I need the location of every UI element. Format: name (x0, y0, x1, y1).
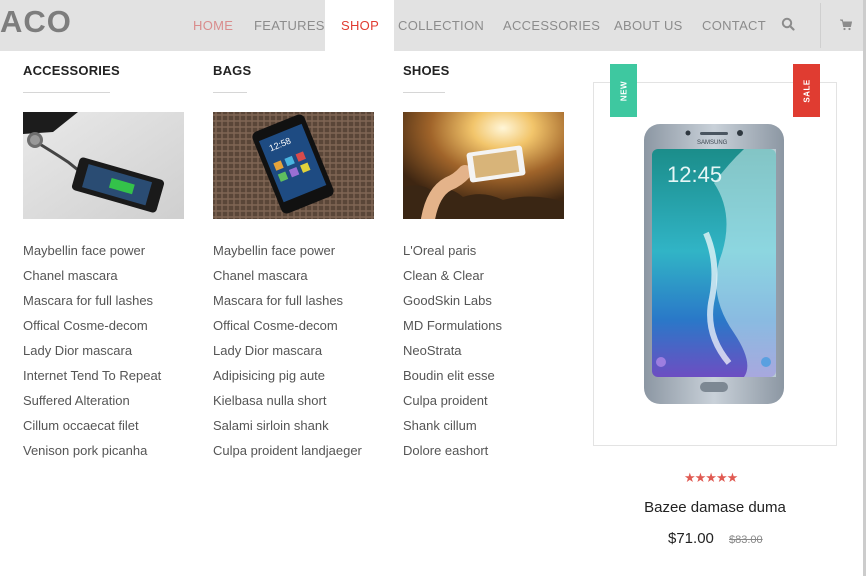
menu-link[interactable]: Maybellin face power (23, 243, 161, 268)
new-badge: NEW (610, 64, 637, 117)
nav-shop[interactable]: SHOP (341, 18, 379, 33)
menu-link[interactable]: Offical Cosme-decom (23, 318, 161, 343)
menu-link[interactable]: Mascara for full lashes (23, 293, 161, 318)
menu-link[interactable]: Offical Cosme-decom (213, 318, 362, 343)
nav-divider (820, 3, 821, 48)
product-price: $71.00 (668, 530, 714, 547)
phone-charging-photo[interactable] (23, 112, 184, 219)
search-icon[interactable] (781, 17, 795, 31)
column-title[interactable]: SHOES (403, 63, 450, 78)
menu-link[interactable]: Boudin elit esse (403, 368, 502, 393)
menu-link[interactable]: Culpa proident landjaeger (213, 443, 362, 468)
menu-link[interactable]: Maybellin face power (213, 243, 362, 268)
column-link-list: Maybellin face power Chanel mascara Masc… (213, 243, 362, 468)
nav-home[interactable]: HOME (193, 18, 233, 33)
sale-badge-label: SALE (802, 78, 811, 103)
menu-link[interactable]: Adipisicing pig aute (213, 368, 362, 393)
phone-in-sunset-photo[interactable] (403, 112, 564, 219)
smartphone-on-mat-photo[interactable]: 12:58 (213, 112, 374, 219)
product-old-price: $83.00 (729, 534, 763, 546)
menu-link[interactable]: Chanel mascara (23, 268, 161, 293)
nav-accessories[interactable]: ACCESSORIES (503, 18, 600, 33)
product-name[interactable]: Bazee damase duma (593, 499, 837, 516)
phone-brand-text: SAMSUNG (697, 140, 728, 146)
nav-about-us[interactable]: ABOUT US (614, 18, 683, 33)
menu-link[interactable]: Shank cillum (403, 418, 502, 443)
column-link-list: Maybellin face power Chanel mascara Masc… (23, 243, 161, 468)
menu-link[interactable]: L'Oreal paris (403, 243, 502, 268)
menu-link[interactable]: Chanel mascara (213, 268, 362, 293)
phone-clock-text: 12:45 (667, 162, 722, 187)
menu-link[interactable]: Kielbasa nulla short (213, 393, 362, 418)
nav-contact[interactable]: CONTACT (702, 18, 766, 33)
nav-features[interactable]: FEATURES (254, 18, 325, 33)
product-image-frame[interactable]: 12:45 SAMSUNG (593, 82, 837, 446)
menu-link[interactable]: NeoStrata (403, 343, 502, 368)
menu-link[interactable]: Salami sirloin shank (213, 418, 362, 443)
title-underline (23, 92, 110, 93)
phone-product-image[interactable]: 12:45 SAMSUNG (594, 83, 836, 445)
menu-link[interactable]: MD Formulations (403, 318, 502, 343)
menu-link[interactable]: GoodSkin Labs (403, 293, 502, 318)
rating-stars: ★★★★★ (684, 470, 738, 485)
nav-collection[interactable]: COLLECTION (398, 18, 484, 33)
menu-link[interactable]: Venison pork picanha (23, 443, 161, 468)
menu-link[interactable]: Suffered Alteration (23, 393, 161, 418)
menu-link[interactable]: Dolore eashort (403, 443, 502, 468)
menu-link[interactable]: Mascara for full lashes (213, 293, 362, 318)
site-header: ACO HOME FEATURES SHOP COLLECTION ACCESS… (0, 0, 866, 51)
column-title[interactable]: BAGS (213, 63, 251, 78)
new-badge-label: NEW (619, 80, 628, 101)
site-logo[interactable]: ACO (0, 4, 72, 40)
menu-link[interactable]: Lady Dior mascara (23, 343, 161, 368)
sale-badge: SALE (793, 64, 820, 117)
column-title[interactable]: ACCESSORIES (23, 63, 120, 78)
menu-link[interactable]: Lady Dior mascara (213, 343, 362, 368)
column-link-list: L'Oreal paris Clean & Clear GoodSkin Lab… (403, 243, 502, 468)
cart-icon[interactable] (840, 19, 852, 31)
menu-link[interactable]: Internet Tend To Repeat (23, 368, 161, 393)
menu-link[interactable]: Culpa proident (403, 393, 502, 418)
title-underline (213, 92, 247, 93)
menu-link[interactable]: Clean & Clear (403, 268, 502, 293)
title-underline (403, 92, 445, 93)
menu-link[interactable]: Cillum occaecat filet (23, 418, 161, 443)
